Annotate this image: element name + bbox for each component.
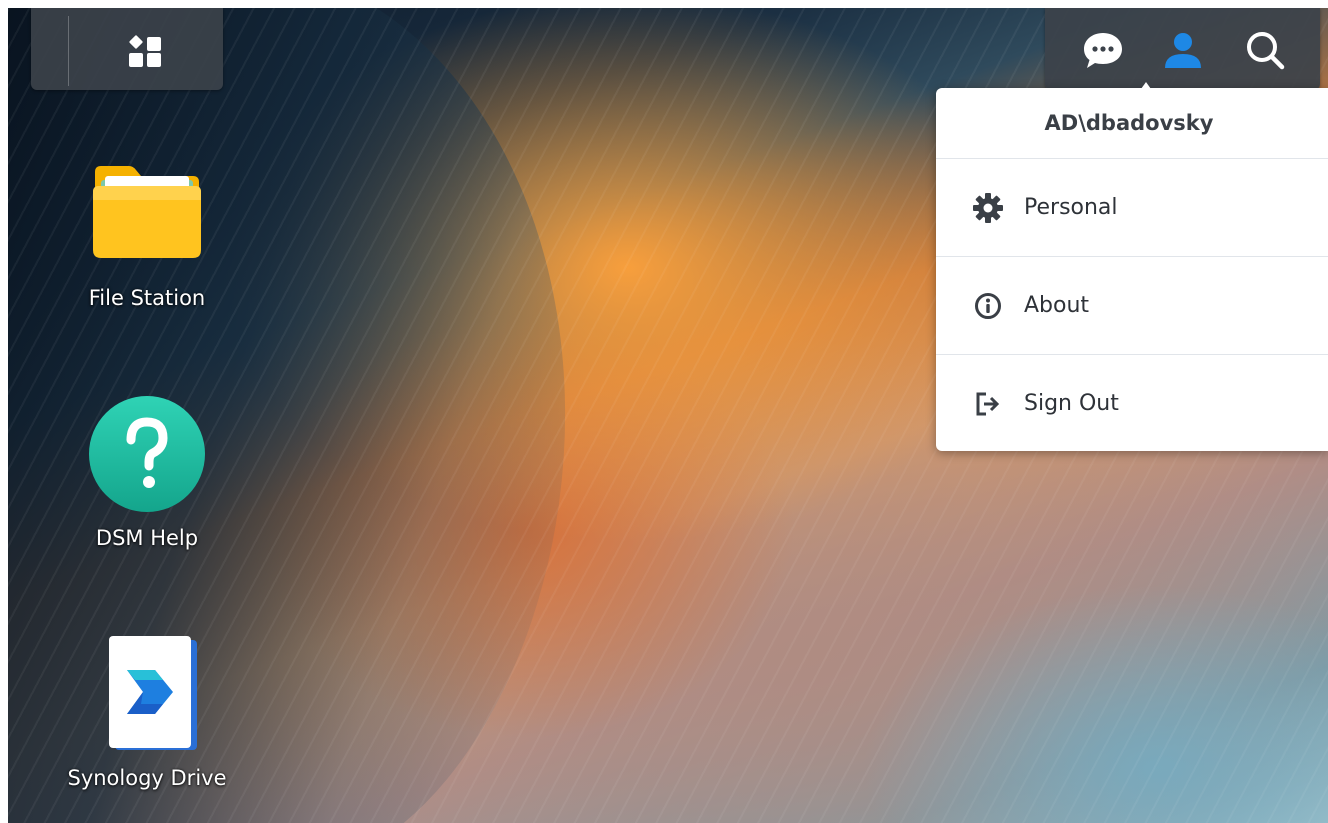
menu-item-sign-out[interactable]: Sign Out	[936, 355, 1328, 451]
screen: File Station DSM Help Synology Drive AD\…	[0, 0, 1328, 823]
menu-item-about[interactable]: About	[936, 257, 1328, 355]
user-button[interactable]	[1159, 26, 1207, 74]
shortcut-dsm-help[interactable]: DSM Help	[47, 392, 247, 550]
synology-drive-icon	[85, 632, 209, 756]
shortcut-file-station[interactable]: File Station	[47, 152, 247, 310]
notifications-button[interactable]	[1079, 26, 1127, 74]
main-menu-button[interactable]	[31, 8, 223, 90]
search-button[interactable]	[1241, 26, 1289, 74]
search-icon	[1247, 32, 1285, 70]
menu-item-label: About	[1024, 293, 1090, 318]
sign-out-icon	[971, 387, 1005, 421]
menu-pointer	[1136, 82, 1156, 96]
username-header: AD\dbadovsky	[936, 88, 1328, 159]
help-icon	[85, 392, 209, 516]
shortcut-label: File Station	[88, 286, 206, 310]
shortcut-label: Synology Drive	[67, 766, 227, 790]
shortcut-label: DSM Help	[95, 526, 199, 550]
menu-item-label: Personal	[1024, 195, 1118, 220]
taskbar-divider	[68, 16, 69, 86]
grid-apps-icon	[129, 35, 161, 67]
menu-item-personal[interactable]: Personal	[936, 159, 1328, 257]
menu-item-label: Sign Out	[1024, 391, 1119, 416]
user-icon	[1165, 33, 1201, 68]
shortcut-synology-drive[interactable]: Synology Drive	[47, 632, 247, 790]
chat-bubble-icon	[1084, 33, 1122, 68]
folder-icon	[85, 152, 209, 276]
gear-icon	[971, 191, 1005, 225]
system-tray	[1045, 8, 1320, 90]
info-icon	[971, 289, 1005, 323]
user-menu: AD\dbadovsky Personal About Sign Out	[936, 88, 1328, 451]
